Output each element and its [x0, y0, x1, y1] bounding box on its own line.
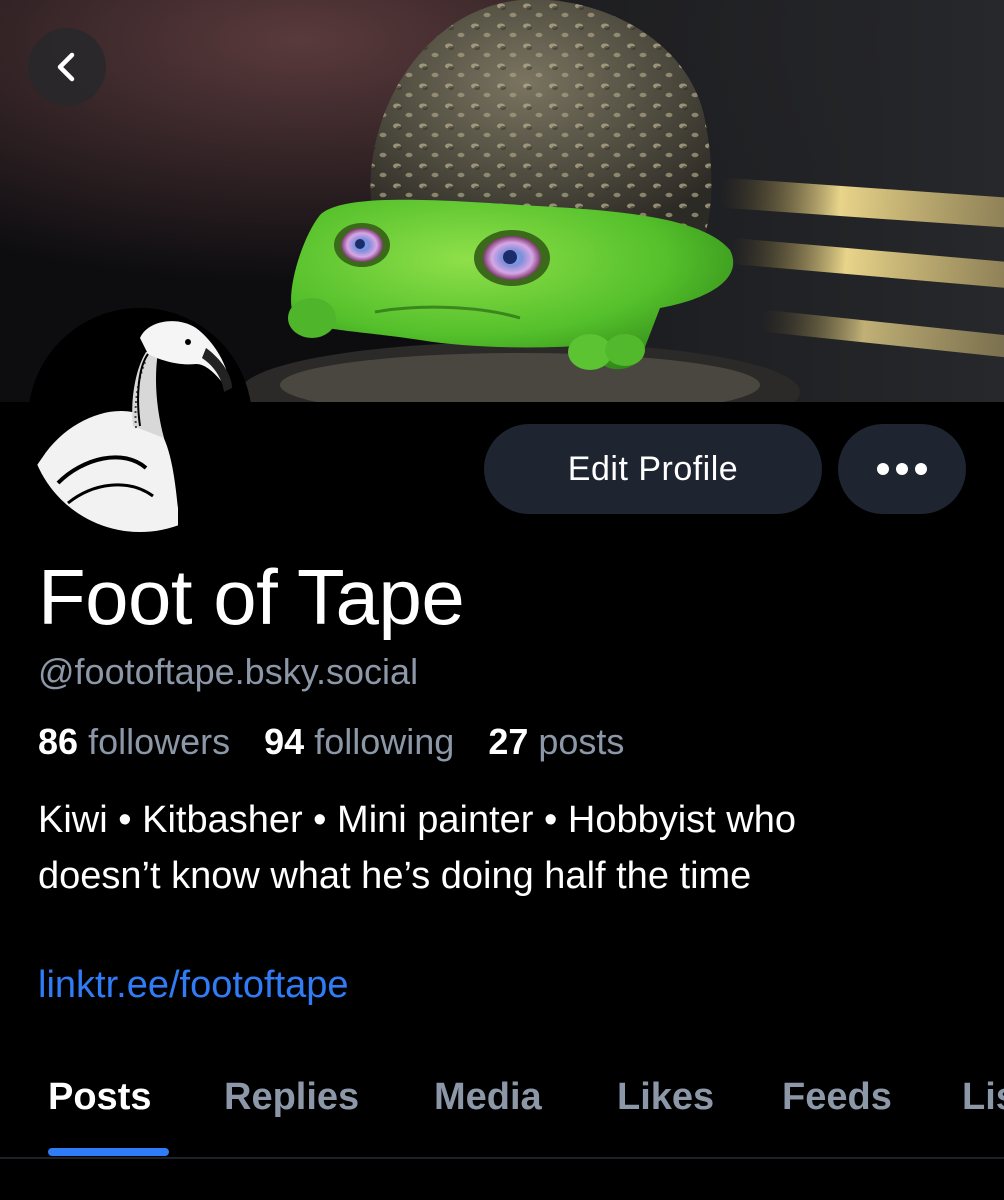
edit-profile-button[interactable]: Edit Profile	[484, 424, 822, 514]
tabs-divider	[0, 1157, 1004, 1159]
chevron-left-icon	[57, 52, 75, 82]
tab-replies[interactable]: Replies	[224, 1068, 359, 1158]
bio-link[interactable]: linktr.ee/footoftape	[38, 962, 349, 1008]
posts-count: 27	[488, 721, 529, 762]
tab-feeds[interactable]: Feeds	[782, 1068, 892, 1158]
profile-stats: 86 followers 94 following 27 posts	[38, 720, 648, 764]
ellipsis-icon	[915, 463, 927, 475]
bio-line: doesn’t know what he’s doing half the ti…	[38, 855, 752, 897]
vulture-avatar-image	[28, 308, 252, 532]
following-stat[interactable]: 94 following	[264, 721, 454, 762]
ellipsis-icon	[896, 463, 908, 475]
followers-stat[interactable]: 86 followers	[38, 721, 230, 762]
profile-handle: @footoftape.bsky.social	[38, 651, 419, 692]
back-button[interactable]	[28, 28, 106, 106]
more-options-button[interactable]	[838, 424, 966, 514]
display-name: Foot of Tape	[38, 553, 465, 641]
tab-posts[interactable]: Posts	[48, 1068, 151, 1158]
tab-likes[interactable]: Likes	[617, 1068, 714, 1158]
active-tab-indicator	[48, 1148, 169, 1156]
posts-stat: 27 posts	[488, 721, 624, 762]
ellipsis-icon	[877, 463, 889, 475]
following-label: following	[314, 721, 455, 762]
tab-lists[interactable]: Lists	[962, 1068, 1004, 1158]
profile-page: Edit Profile Foot of Tape @footoftape.bs…	[0, 0, 1004, 1200]
posts-label: posts	[538, 721, 625, 762]
avatar[interactable]	[28, 308, 252, 532]
followers-count: 86	[38, 721, 79, 762]
followers-label: followers	[88, 721, 231, 762]
profile-bio: Kiwi • Kitbasher • Mini painter • Hobbyi…	[38, 792, 978, 904]
tab-media[interactable]: Media	[434, 1068, 542, 1158]
following-count: 94	[264, 721, 305, 762]
profile-tabs: Posts Replies Media Likes Feeds Lists	[0, 1068, 1004, 1158]
bio-line: Kiwi • Kitbasher • Mini painter • Hobbyi…	[38, 799, 796, 841]
